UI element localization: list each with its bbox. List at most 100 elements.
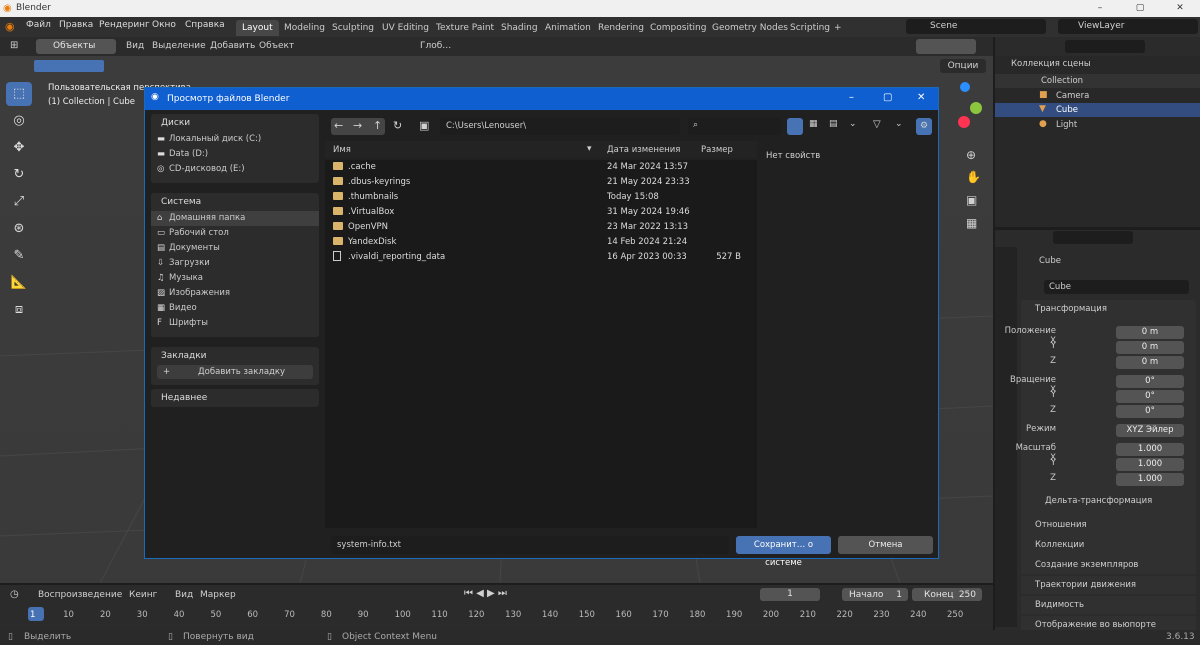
- zoom-icon[interactable]: ⊕: [966, 148, 976, 162]
- system-panel-header[interactable]: Система: [151, 193, 319, 211]
- filename-input[interactable]: system-info.txt: [331, 536, 729, 554]
- menu-render[interactable]: Рендеринг: [99, 20, 150, 30]
- file-row[interactable]: .dbus-keyrings 21 May 2024 23:33: [325, 175, 757, 190]
- system-pictures[interactable]: ▨ Изображения: [151, 286, 319, 301]
- menu-help[interactable]: Справка: [185, 20, 225, 30]
- annotate-tool-icon[interactable]: ✎: [6, 244, 32, 268]
- parent-dir-icon[interactable]: ↑: [373, 119, 382, 132]
- tab-rendering[interactable]: Rendering: [592, 20, 650, 36]
- drive-e[interactable]: ◎ CD-дисковод (E:): [151, 162, 319, 177]
- orientation-dropdown[interactable]: Глоб…: [420, 41, 451, 51]
- file-row[interactable]: .cache 24 Mar 2024 13:57: [325, 160, 757, 175]
- rotate-tool-icon[interactable]: ↻: [6, 163, 32, 187]
- menu-keying[interactable]: Кеинг: [129, 590, 157, 600]
- tab-sculpting[interactable]: Sculpting: [326, 20, 380, 36]
- pan-hand-icon[interactable]: ✋: [966, 170, 981, 184]
- thumbnail-view-icon[interactable]: ▦: [809, 119, 818, 129]
- drives-panel-header[interactable]: Диски: [151, 114, 319, 132]
- recent-panel-header[interactable]: Недавнее: [151, 389, 319, 407]
- ortho-grid-icon[interactable]: ▦: [966, 216, 977, 230]
- file-row[interactable]: .thumbnails Today 15:08: [325, 190, 757, 205]
- scale-y-field[interactable]: 1.000: [1116, 458, 1184, 471]
- system-fonts[interactable]: F Шрифты: [151, 316, 319, 331]
- menu-marker[interactable]: Маркер: [200, 590, 236, 600]
- scale-x-field[interactable]: 1.000: [1116, 443, 1184, 456]
- outliner-row-cube[interactable]: ▼ Cube: [995, 103, 1200, 117]
- rotation-x-field[interactable]: 0°: [1116, 375, 1184, 388]
- path-input[interactable]: C:\Users\Lenouser\: [440, 118, 680, 135]
- list-view-icon[interactable]: [787, 118, 803, 135]
- new-folder-icon[interactable]: ▣: [419, 119, 429, 132]
- current-frame-field[interactable]: 1: [760, 588, 820, 601]
- menu-view[interactable]: Вид: [126, 41, 144, 51]
- file-row[interactable]: .vivaldi_reporting_data 16 Apr 2023 00:33…: [325, 250, 757, 265]
- timeline-editor-type-icon[interactable]: ◷: [10, 589, 19, 600]
- cancel-button[interactable]: Отмена: [838, 536, 933, 554]
- panel-instancing[interactable]: Создание экземпляров: [1021, 556, 1196, 574]
- mode-dropdown[interactable]: Объекты: [36, 39, 116, 54]
- outliner-row-light[interactable]: ● Light: [995, 118, 1200, 132]
- outliner-row-collection[interactable]: Collection: [995, 74, 1200, 88]
- close-window-button[interactable]: ✕: [1160, 0, 1200, 17]
- panel-relations[interactable]: Отношения: [1021, 516, 1196, 534]
- bookmarks-panel-header[interactable]: Закладки: [151, 347, 319, 365]
- panel-collections[interactable]: Коллекции: [1021, 536, 1196, 554]
- back-arrow-icon[interactable]: ←: [334, 119, 343, 132]
- tab-animation[interactable]: Animation: [539, 20, 597, 36]
- grid-view-icon[interactable]: ▤: [829, 119, 838, 129]
- dialog-minimize-button[interactable]: –: [849, 92, 854, 103]
- frame-end-field[interactable]: Конец 250: [912, 588, 982, 601]
- properties-search[interactable]: [1053, 231, 1133, 244]
- tab-uv-editing[interactable]: UV Editing: [376, 20, 435, 36]
- add-cube-tool-icon[interactable]: ⧈: [6, 298, 32, 322]
- file-search-input[interactable]: ⌕: [688, 118, 781, 135]
- rotation-y-field[interactable]: 0°: [1116, 390, 1184, 403]
- viewlayer-selector[interactable]: ViewLayer: [1058, 19, 1198, 34]
- menu-file[interactable]: Файл: [26, 20, 51, 30]
- column-name[interactable]: Имя: [333, 145, 351, 155]
- location-z-field[interactable]: 0 m: [1116, 356, 1184, 369]
- scale-tool-icon[interactable]: ⤢: [6, 190, 32, 214]
- panel-motion-paths[interactable]: Траектории движения: [1021, 576, 1196, 594]
- tab-geometry-nodes[interactable]: Geometry Nodes: [706, 20, 794, 36]
- panel-visibility[interactable]: Видимость: [1021, 596, 1196, 614]
- select-box-tool-icon[interactable]: ⬚: [6, 82, 32, 106]
- cursor-tool-icon[interactable]: ◎: [6, 109, 32, 133]
- menu-object[interactable]: Объект: [259, 41, 294, 51]
- rotation-z-field[interactable]: 0°: [1116, 405, 1184, 418]
- system-desktop[interactable]: ▭ Рабочий стол: [151, 226, 319, 241]
- drive-d[interactable]: ▬ Data (D:): [151, 147, 319, 162]
- location-x-field[interactable]: 0 m: [1116, 326, 1184, 339]
- menu-playback[interactable]: Воспроизведение: [38, 590, 122, 600]
- camera-view-icon[interactable]: ▣: [966, 193, 977, 207]
- playback-controls-icon[interactable]: ⏮ ◀ ▶ ⏭: [464, 588, 507, 599]
- system-documents[interactable]: ▤ Документы: [151, 241, 319, 256]
- system-downloads[interactable]: ⇩ Загрузки: [151, 256, 319, 271]
- file-row[interactable]: YandexDisk 14 Feb 2024 21:24: [325, 235, 757, 250]
- move-tool-icon[interactable]: ✥: [6, 136, 32, 160]
- system-music[interactable]: ♫ Музыка: [151, 271, 319, 286]
- rotation-mode-dropdown[interactable]: XYZ Эйлер: [1116, 424, 1184, 437]
- view-options-chevron-icon[interactable]: ⌄: [849, 119, 857, 129]
- tab-compositing[interactable]: Compositing: [644, 20, 712, 36]
- system-videos[interactable]: ▦ Видео: [151, 301, 319, 316]
- dialog-close-button[interactable]: ✕: [917, 92, 925, 103]
- file-row[interactable]: .VirtualBox 31 May 2024 19:46: [325, 205, 757, 220]
- dialog-maximize-button[interactable]: ▢: [883, 92, 892, 103]
- location-y-field[interactable]: 0 m: [1116, 341, 1184, 354]
- transform-panel-header[interactable]: Трансформация: [1021, 300, 1196, 318]
- outliner-scene-collection[interactable]: Коллекция сцены: [1011, 59, 1091, 69]
- drive-c[interactable]: ▬ Локальный диск (C:): [151, 132, 319, 147]
- system-home[interactable]: ⌂ Домашняя папка: [151, 211, 319, 226]
- tab-shading[interactable]: Shading: [495, 20, 544, 36]
- properties-tabs[interactable]: [995, 247, 1017, 627]
- transform-tool-icon[interactable]: ⊛: [6, 217, 32, 241]
- settings-gear-icon[interactable]: ⚙: [916, 118, 932, 135]
- maximize-button[interactable]: ▢: [1120, 0, 1160, 17]
- save-button[interactable]: Сохранит… о системе: [736, 536, 831, 568]
- shading-modes[interactable]: [916, 39, 976, 54]
- menu-window[interactable]: Окно: [152, 20, 176, 30]
- column-date[interactable]: Дата изменения: [607, 145, 680, 155]
- frame-start-field[interactable]: Начало 1: [842, 588, 908, 601]
- outliner-row-camera[interactable]: ■ Camera: [995, 89, 1200, 103]
